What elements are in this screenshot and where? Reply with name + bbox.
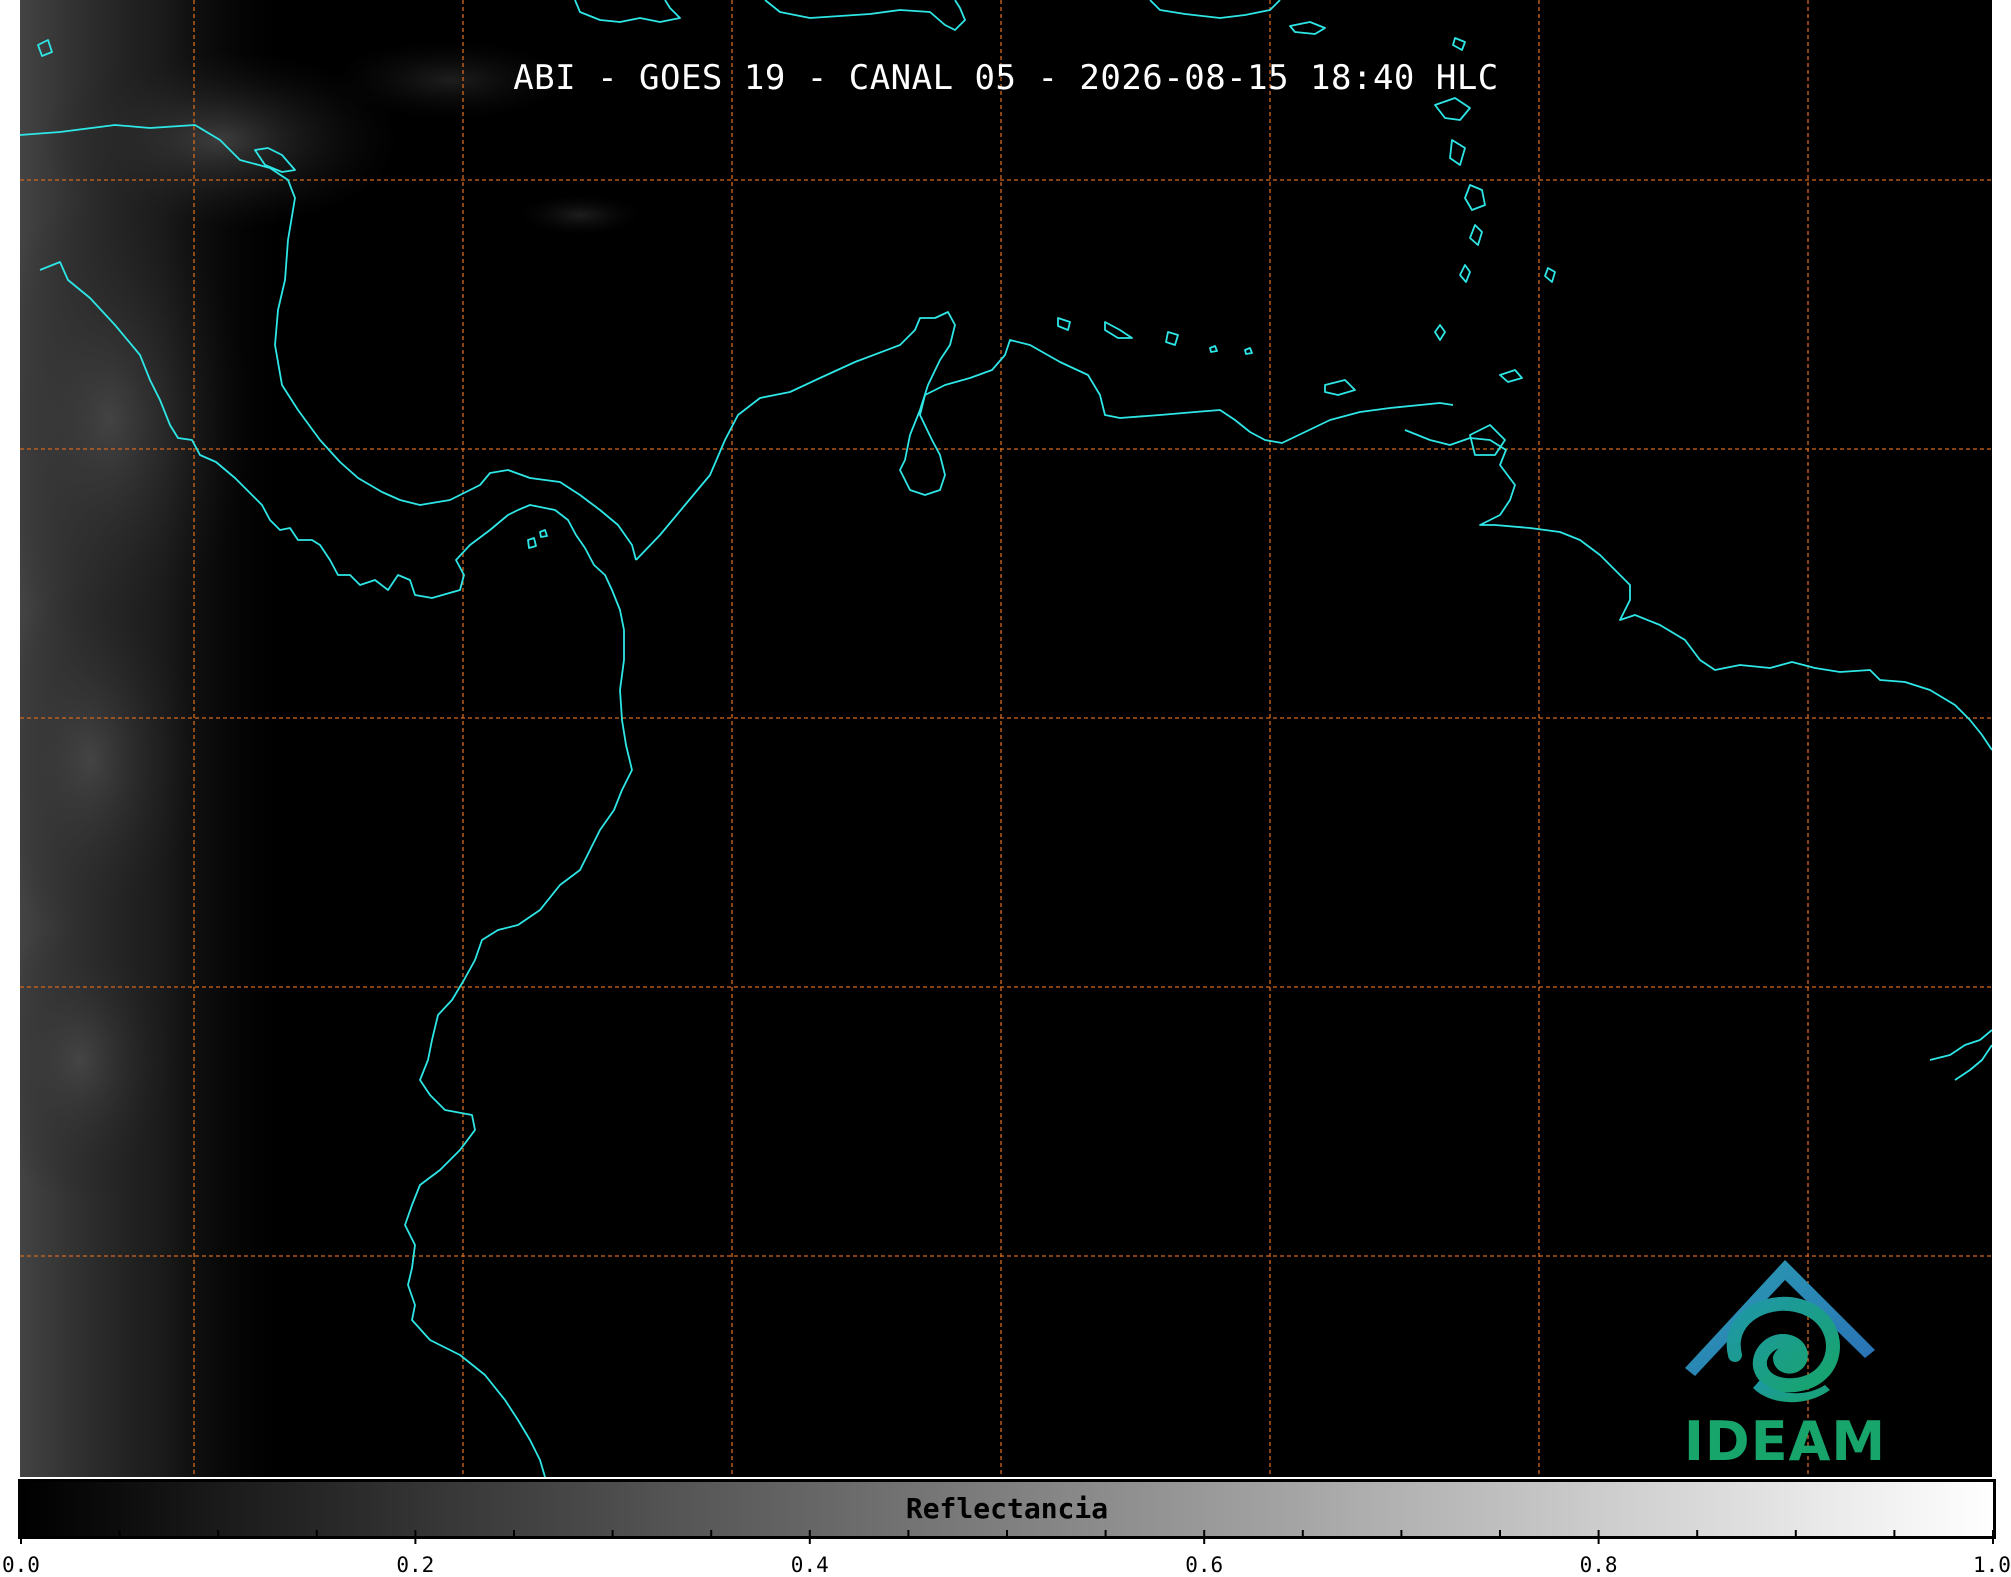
coastline-providencia [539, 529, 548, 538]
coastline-hispaniola [764, 0, 966, 31]
coastline-san-andres [527, 537, 537, 549]
coastline-lesser-antilles [1452, 37, 1466, 51]
colorbar-tick-label: 0.8 [1579, 1553, 1618, 1577]
coastline-cuba [1149, 0, 1281, 19]
map-title: ABI - GOES 19 - CANAL 05 - 2026-08-15 18… [513, 58, 1499, 98]
coastline-right-edge-3 [1979, 1029, 1992, 1041]
coastline-curacao [1104, 321, 1133, 339]
coastline-right-edge-2 [1929, 1039, 1981, 1061]
ideam-logo: IDEAM [1665, 1250, 1905, 1475]
coastline-aruba [1057, 317, 1071, 331]
coastline-puerto-rico [1289, 21, 1326, 35]
coastline-dominica [1449, 139, 1466, 166]
coastline-tobago [1499, 369, 1523, 383]
colorbar-tick-label: 0.4 [790, 1553, 829, 1577]
colorbar-tick-label: 0.2 [396, 1553, 435, 1577]
coastline-colombia-pacific [404, 504, 633, 1477]
coastline-greater-antilles [574, 0, 681, 23]
coastline-venezuela-guyana [1404, 429, 1992, 751]
satellite-map: ABI - GOES 19 - CANAL 05 - 2026-08-15 18… [20, 0, 1992, 1477]
colorbar-tick-label: 0.0 [2, 1553, 40, 1577]
coastline-isla-small-1 [1244, 347, 1253, 355]
coastline-right-edge [1954, 1044, 1992, 1081]
colorbar-tick-label: 1.0 [1973, 1553, 2011, 1577]
satellite-figure: ABI - GOES 19 - CANAL 05 - 2026-08-15 18… [0, 0, 2011, 1577]
coastline-margarita [1324, 379, 1356, 396]
coastline-bonaire [1165, 331, 1179, 346]
colorbar-label: Reflectancia [905, 1492, 1109, 1525]
coastline-barbados [1544, 267, 1556, 283]
coastline-grenada [1434, 324, 1446, 341]
coastline-guadeloupe [1434, 97, 1471, 121]
coastline-caribbean-south-america [635, 311, 1454, 561]
colorbar-tick-label: 0.6 [1185, 1553, 1224, 1577]
colorbar-ticks [20, 1530, 1994, 1544]
ideam-logo-emblem [1685, 1260, 1875, 1403]
coastline-st-vincent [1459, 264, 1471, 283]
ideam-logo-text: IDEAM [1683, 1410, 1887, 1473]
coastline-st-lucia [1469, 224, 1483, 246]
coastline-martinique [1464, 184, 1486, 211]
coastline-isla-small-2 [1209, 345, 1218, 353]
